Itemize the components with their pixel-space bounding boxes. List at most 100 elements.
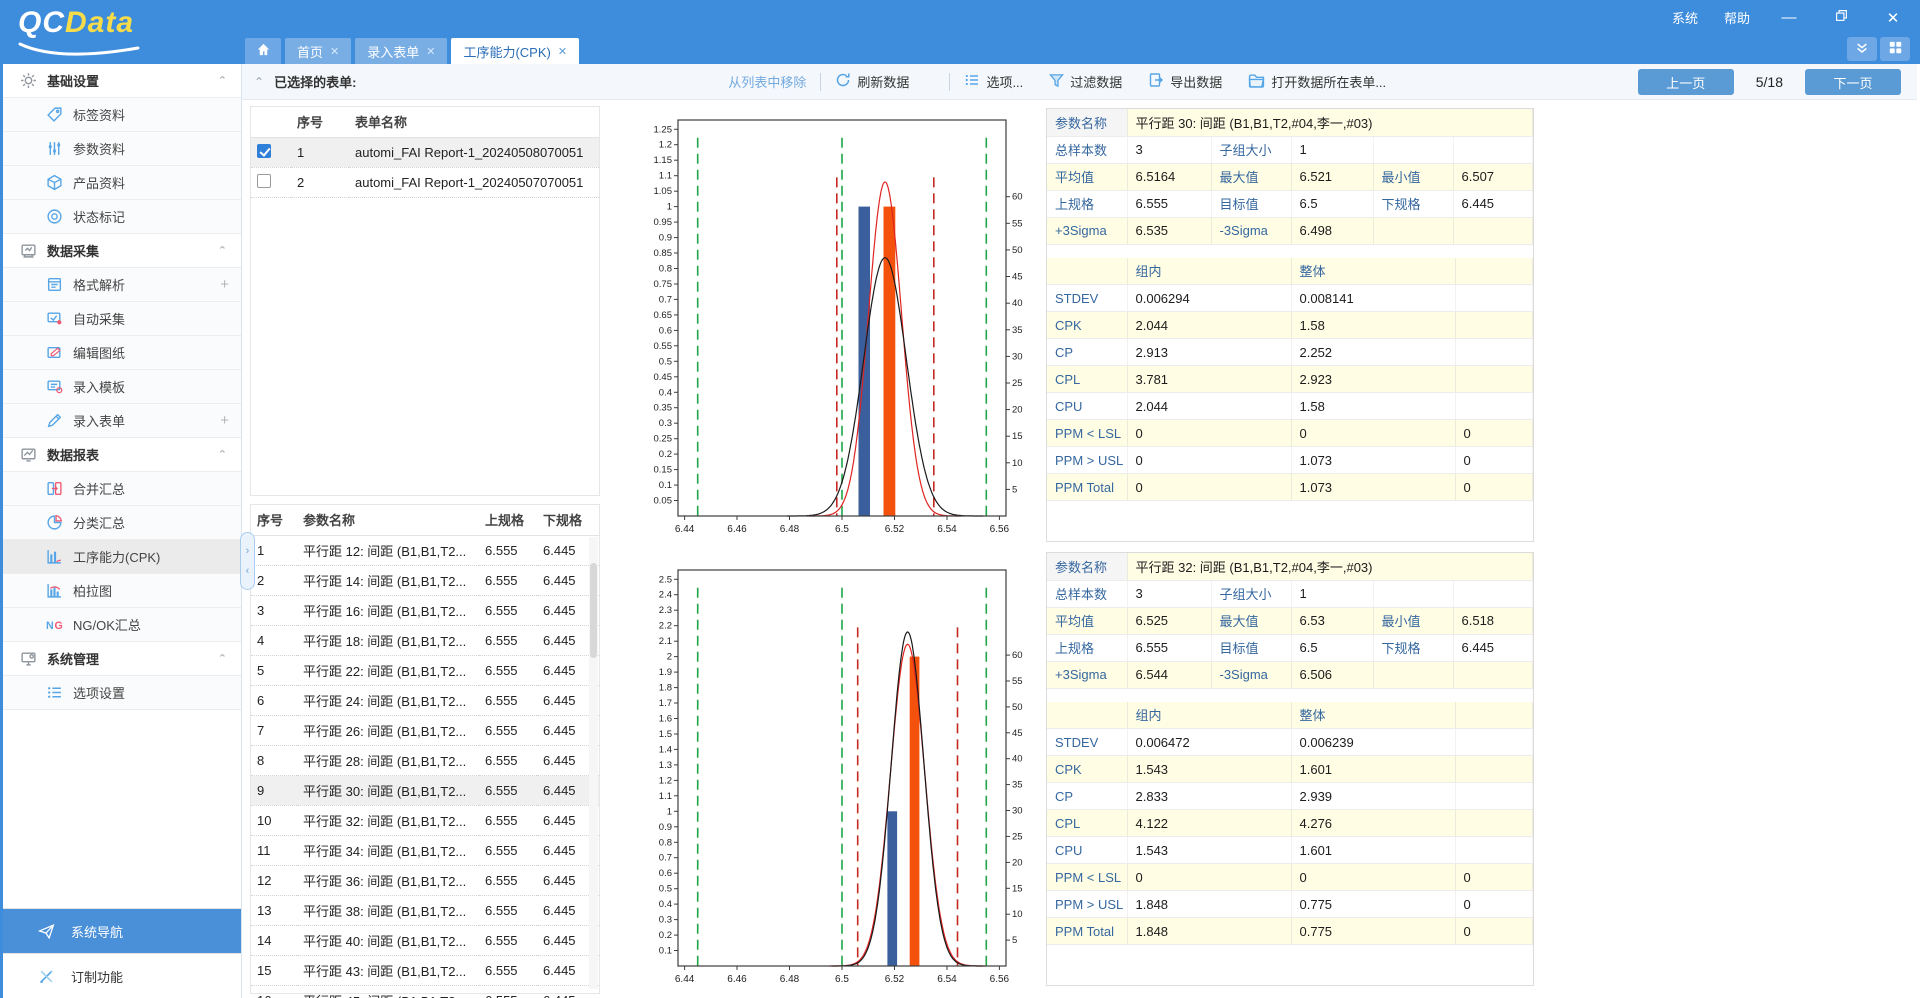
sidebar-item-录入模板[interactable]: 录入模板 xyxy=(3,370,241,404)
app-logo: QCData xyxy=(18,6,238,58)
tab-close-icon[interactable]: ✕ xyxy=(426,45,435,58)
prev-page-button[interactable]: 上一页 xyxy=(1638,69,1734,95)
toolbar-button-刷新数据[interactable]: 刷新数据 xyxy=(835,72,909,91)
window-menu-帮助[interactable]: 帮助 xyxy=(1724,8,1750,27)
sidebar-group-数据报表[interactable]: 数据报表 ⌃ xyxy=(3,438,241,472)
tab-录入表单[interactable]: 录入表单✕ xyxy=(355,38,447,64)
stat-value: 1.543 xyxy=(1127,756,1291,783)
parameters-scrollbar[interactable] xyxy=(589,537,598,989)
svg-text:0.2: 0.2 xyxy=(659,449,672,460)
svg-text:55: 55 xyxy=(1012,676,1023,687)
chevron-up-icon[interactable]: ⌃ xyxy=(218,74,227,87)
param-name: 平行距 34: 间距 (B1,B1,T2... xyxy=(297,835,479,865)
parameter-row[interactable]: 1 平行距 12: 间距 (B1,B1,T2... 6.555 6.445 xyxy=(251,535,599,565)
collapse-left-icon[interactable]: ‹ xyxy=(246,565,250,577)
stat-value: 3.781 xyxy=(1127,366,1291,393)
chevron-up-icon[interactable]: ⌃ xyxy=(218,244,227,257)
svg-text:6.54: 6.54 xyxy=(937,974,957,985)
form-row[interactable]: 1 automi_FAI Report-1_20240508070051 xyxy=(251,137,599,167)
table-row: CPK1.5431.601 xyxy=(1047,756,1533,783)
sidebar-item-工序能力(CPK)[interactable]: 工序能力(CPK) xyxy=(3,540,241,574)
sidebar-footer-系统导航[interactable]: 系统导航 xyxy=(3,908,241,953)
sidebar-footer-label: 系统导航 xyxy=(71,922,123,941)
minimize-button[interactable]: — xyxy=(1776,9,1802,26)
expand-right-icon[interactable]: › xyxy=(246,545,250,557)
svg-text:0.95: 0.95 xyxy=(654,217,673,228)
parameter-row[interactable]: 14 平行距 40: 间距 (B1,B1,T2... 6.555 6.445 xyxy=(251,925,599,955)
panel-split-handle[interactable]: › ‹ xyxy=(240,532,255,590)
form-row[interactable]: 2 automi_FAI Report-1_20240507070051 xyxy=(251,167,599,197)
stat-label: 子组大小 xyxy=(1211,580,1291,607)
sidebar-item-编辑图纸[interactable]: 编辑图纸 xyxy=(3,336,241,370)
sidebar-item-产品资料[interactable]: 产品资料 xyxy=(3,166,241,200)
next-page-button[interactable]: 下一页 xyxy=(1805,69,1901,95)
parameter-row[interactable]: 16 平行距 45: 间距 (B1,B1,T2... 6.555 6.445 xyxy=(251,985,599,998)
sidebar-item-标签资料[interactable]: 标签资料 xyxy=(3,98,241,132)
parameter-row[interactable]: 3 平行距 16: 间距 (B1,B1,T2... 6.555 6.445 xyxy=(251,595,599,625)
options-icon xyxy=(45,684,63,702)
tab-close-icon[interactable]: ✕ xyxy=(330,45,339,58)
sidebar-item-格式解析[interactable]: 格式解析+ xyxy=(3,268,241,302)
collapse-tabs-button[interactable] xyxy=(1847,37,1877,61)
parameter-row[interactable]: 12 平行距 36: 间距 (B1,B1,T2... 6.555 6.445 xyxy=(251,865,599,895)
parameter-row[interactable]: 11 平行距 34: 间距 (B1,B1,T2... 6.555 6.445 xyxy=(251,835,599,865)
parameter-row[interactable]: 2 平行距 14: 间距 (B1,B1,T2... 6.555 6.445 xyxy=(251,565,599,595)
table-row: STDEV0.0062940.008141 xyxy=(1047,285,1533,312)
scrollbar-thumb[interactable] xyxy=(590,563,597,658)
stat-label: CPL xyxy=(1047,366,1127,393)
toolbar-button-导出数据[interactable]: 导出数据 xyxy=(1148,72,1222,91)
tab-首页[interactable]: 首页✕ xyxy=(285,38,351,64)
tab-工序能力(CPK)[interactable]: 工序能力(CPK) ✕ xyxy=(451,38,579,64)
sidebar-group-数据采集[interactable]: 数据采集 ⌃ xyxy=(3,234,241,268)
sidebar-item-自动采集[interactable]: 自动采集 xyxy=(3,302,241,336)
plus-icon[interactable]: + xyxy=(220,412,229,429)
parameter-row[interactable]: 4 平行距 18: 间距 (B1,B1,T2... 6.555 6.445 xyxy=(251,625,599,655)
sidebar-item-参数资料[interactable]: 参数资料 xyxy=(3,132,241,166)
chevron-up-icon[interactable]: ⌃ xyxy=(218,652,227,665)
stat-label: PPM < LSL xyxy=(1047,864,1127,891)
collapse-panel-icon[interactable]: ⌃ xyxy=(254,75,264,89)
sidebar-item-合并汇总[interactable]: 合并汇总 xyxy=(3,472,241,506)
param-index: 15 xyxy=(251,955,297,985)
parameter-row[interactable]: 10 平行距 32: 间距 (B1,B1,T2... 6.555 6.445 xyxy=(251,805,599,835)
tab-label: 工序能力(CPK) xyxy=(463,42,550,61)
tab-grid-button[interactable] xyxy=(1880,37,1910,61)
toolbar-button-过滤数据[interactable]: 过滤数据 xyxy=(1049,72,1122,91)
svg-text:20: 20 xyxy=(1012,405,1023,416)
toolbar-button-选项...[interactable]: 选项... xyxy=(964,72,1023,91)
sidebar-item-选项设置[interactable]: 选项设置 xyxy=(3,676,241,710)
tab-close-icon[interactable]: ✕ xyxy=(558,45,567,58)
remove-from-list-link[interactable]: 从列表中移除 xyxy=(728,72,806,91)
param-index: 8 xyxy=(251,745,297,775)
toolbar-button-打开数据所在表单...[interactable]: 打开数据所在表单... xyxy=(1248,72,1386,92)
restore-button[interactable] xyxy=(1828,9,1854,26)
form-checkbox[interactable] xyxy=(257,144,271,158)
parameter-row[interactable]: 9 平行距 30: 间距 (B1,B1,T2... 6.555 6.445 xyxy=(251,775,599,805)
sidebar-item-状态标记[interactable]: 状态标记 xyxy=(3,200,241,234)
parameter-row[interactable]: 6 平行距 24: 间距 (B1,B1,T2... 6.555 6.445 xyxy=(251,685,599,715)
stat-value xyxy=(1455,837,1533,864)
param-usl: 6.555 xyxy=(479,985,537,998)
sidebar-item-NG/OK汇总[interactable]: NG NG/OK汇总 xyxy=(3,608,241,642)
sidebar-item-柏拉图[interactable]: 柏拉图 xyxy=(3,574,241,608)
chevron-up-icon[interactable]: ⌃ xyxy=(218,448,227,461)
tab-home[interactable] xyxy=(245,38,281,64)
sidebar-item-录入表单[interactable]: 录入表单+ xyxy=(3,404,241,438)
parameter-row[interactable]: 8 平行距 28: 间距 (B1,B1,T2... 6.555 6.445 xyxy=(251,745,599,775)
capability-histogram-2: 0.1 0.2 0.3 0.4 0.5 0.6 0.7 0.8 0.9 1 1.… xyxy=(642,558,1034,992)
sidebar-item-分类汇总[interactable]: 分类汇总 xyxy=(3,506,241,540)
parameter-row[interactable]: 15 平行距 43: 间距 (B1,B1,T2... 6.555 6.445 xyxy=(251,955,599,985)
sidebar-group-系统管理[interactable]: 系统管理 ⌃ xyxy=(3,642,241,676)
window-menu-系统[interactable]: 系统 xyxy=(1672,8,1698,27)
form-checkbox[interactable] xyxy=(257,174,271,188)
sidebar-footer-订制功能[interactable]: 订制功能 xyxy=(3,953,241,998)
stat-value: 6.53 xyxy=(1291,607,1373,634)
stat-label: 上规格 xyxy=(1047,190,1127,217)
parameter-row[interactable]: 13 平行距 38: 间距 (B1,B1,T2... 6.555 6.445 xyxy=(251,895,599,925)
close-button[interactable]: ✕ xyxy=(1880,9,1906,27)
parameter-row[interactable]: 7 平行距 26: 间距 (B1,B1,T2... 6.555 6.445 xyxy=(251,715,599,745)
sidebar-group-基础设置[interactable]: 基础设置 ⌃ xyxy=(3,64,241,98)
parameter-row[interactable]: 5 平行距 22: 间距 (B1,B1,T2... 6.555 6.445 xyxy=(251,655,599,685)
param-index: 6 xyxy=(251,685,297,715)
plus-icon[interactable]: + xyxy=(220,276,229,293)
